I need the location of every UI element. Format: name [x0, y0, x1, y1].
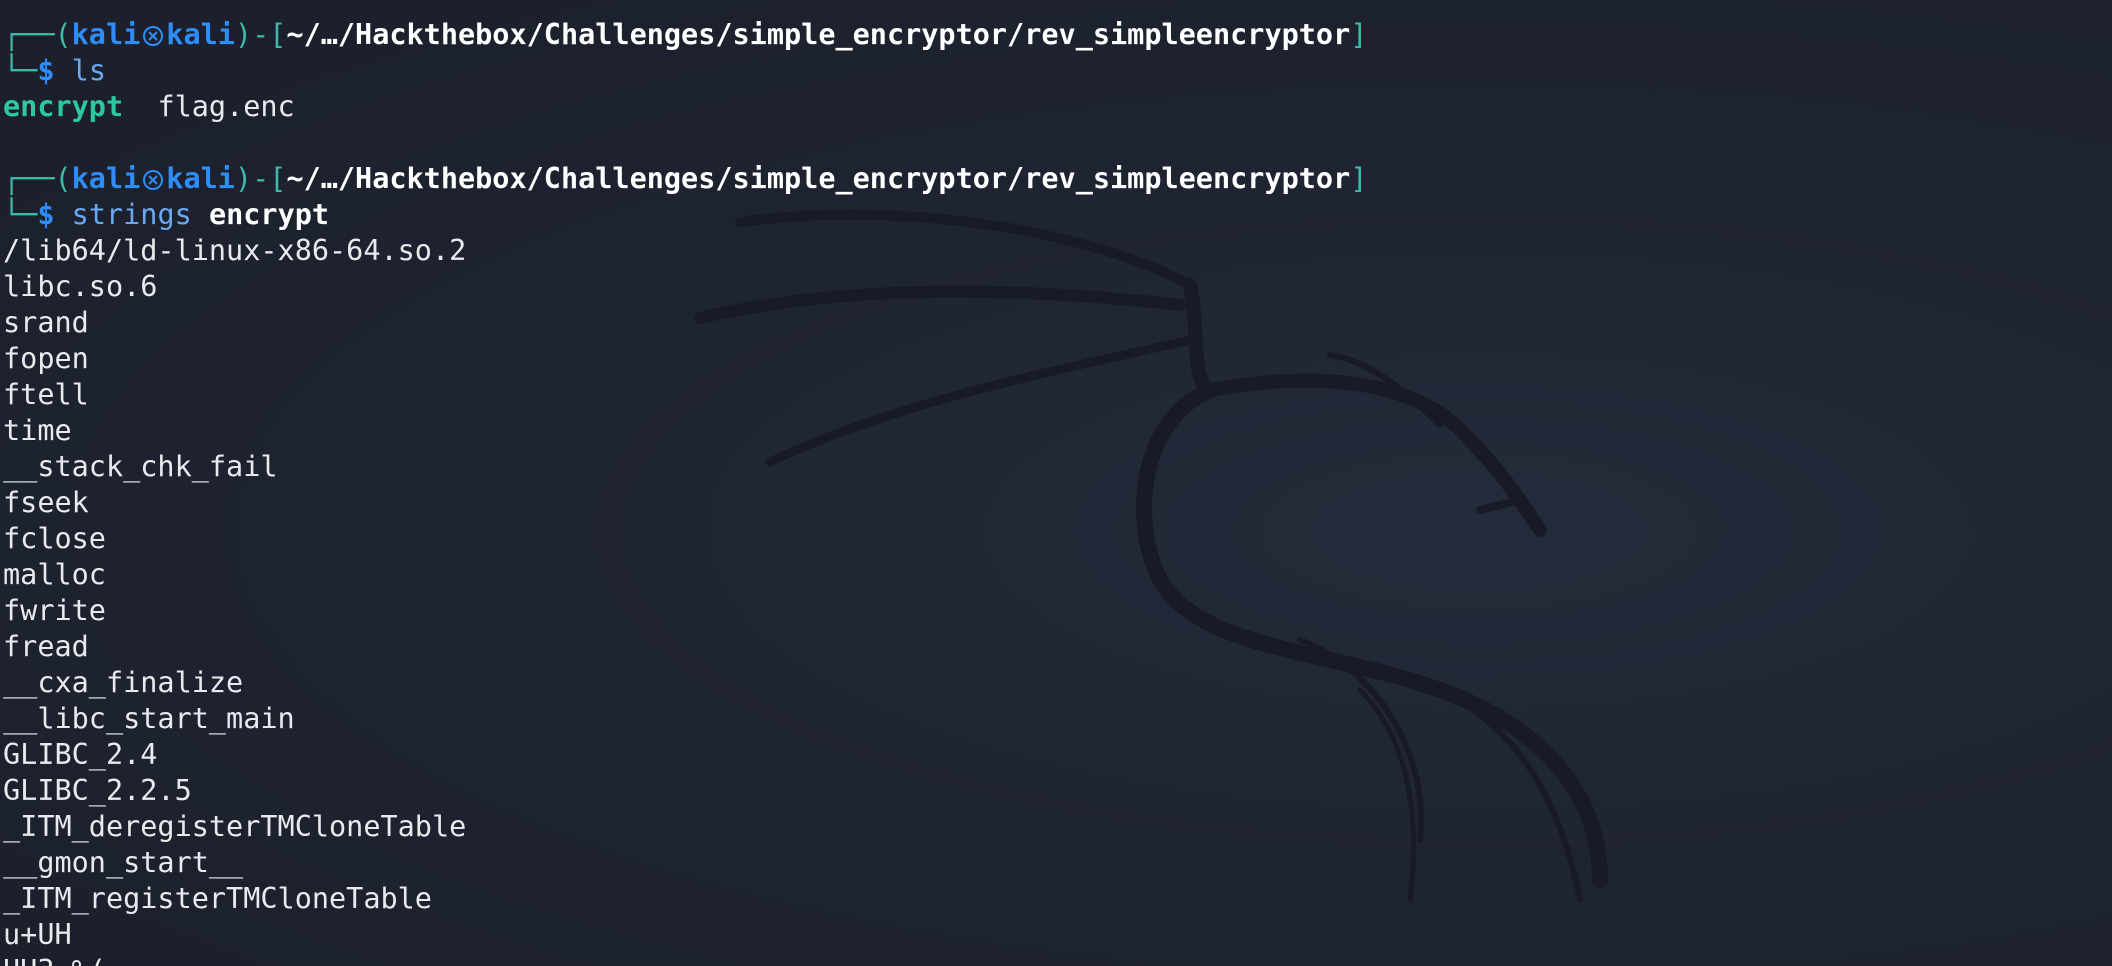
- command-text: ls: [71, 54, 106, 87]
- prompt-symbol: $: [37, 54, 55, 87]
- strings-output-line: fopen: [3, 342, 89, 375]
- strings-output-line: malloc: [3, 558, 106, 591]
- strings-output-line: _ITM_registerTMCloneTable: [3, 882, 432, 915]
- terminal-output: ┌──(kali kali)-[~/…/Hackthebox/Challenges…: [3, 17, 2112, 966]
- ls-file-entry: flag.enc: [157, 90, 295, 123]
- prompt-cwd: ~/…/Hackthebox/Challenges/simple_encrypt…: [286, 18, 1351, 51]
- strings-output-line: __stack_chk_fail: [3, 450, 278, 483]
- strings-output-line: fseek: [3, 486, 89, 519]
- strings-output-line: __libc_start_main: [3, 702, 295, 735]
- terminal-window[interactable]: ┌──(kali kali)-[~/…/Hackthebox/Challenges…: [0, 0, 2112, 966]
- strings-output-line: _ITM_deregisterTMCloneTable: [3, 810, 467, 843]
- prompt-command-line: └─$ strings encrypt: [3, 198, 330, 231]
- prompt-user: kali: [71, 162, 141, 195]
- strings-output-line: srand: [3, 306, 89, 339]
- strings-output-line: UH3 %(: [3, 953, 2112, 966]
- strings-output-line: fread: [3, 630, 89, 663]
- strings-output-line: /lib64/ld-linux-x86-64.so.2: [3, 234, 467, 267]
- strings-output-line: GLIBC_2.4: [3, 738, 158, 771]
- prompt-user: kali: [71, 18, 141, 51]
- kali-skull-icon: [143, 26, 164, 46]
- prompt-cwd: ~/…/Hackthebox/Challenges/simple_encrypt…: [286, 162, 1351, 195]
- prompt-header-line: ┌──(kali kali)-[~/…/Hackthebox/Challenges…: [3, 18, 1368, 51]
- strings-output-line: u+UH: [3, 918, 72, 951]
- strings-output-line: time: [3, 414, 72, 447]
- strings-output-line: __gmon_start__: [3, 846, 244, 879]
- command-text: strings: [71, 198, 192, 231]
- prompt-host: kali: [166, 162, 235, 195]
- kali-skull-icon: [143, 170, 164, 190]
- ls-output-line: encrypt flag.enc: [3, 89, 2112, 125]
- strings-output-line: __cxa_finalize: [3, 666, 244, 699]
- prompt-command-line: └─$ ls: [3, 54, 106, 87]
- prompt-symbol: $: [37, 198, 55, 231]
- strings-output-line: fwrite: [3, 594, 106, 627]
- ls-executable-entry: encrypt: [3, 90, 124, 123]
- strings-output-line: libc.so.6: [3, 270, 158, 303]
- strings-output-line: fclose: [3, 522, 106, 555]
- prompt-header-line: ┌──(kali kali)-[~/…/Hackthebox/Challenges…: [3, 162, 1368, 195]
- prompt-host: kali: [166, 18, 235, 51]
- strings-output-line: ftell: [3, 378, 89, 411]
- strings-output-line: GLIBC_2.2.5: [3, 774, 192, 807]
- command-argument: encrypt: [208, 198, 330, 231]
